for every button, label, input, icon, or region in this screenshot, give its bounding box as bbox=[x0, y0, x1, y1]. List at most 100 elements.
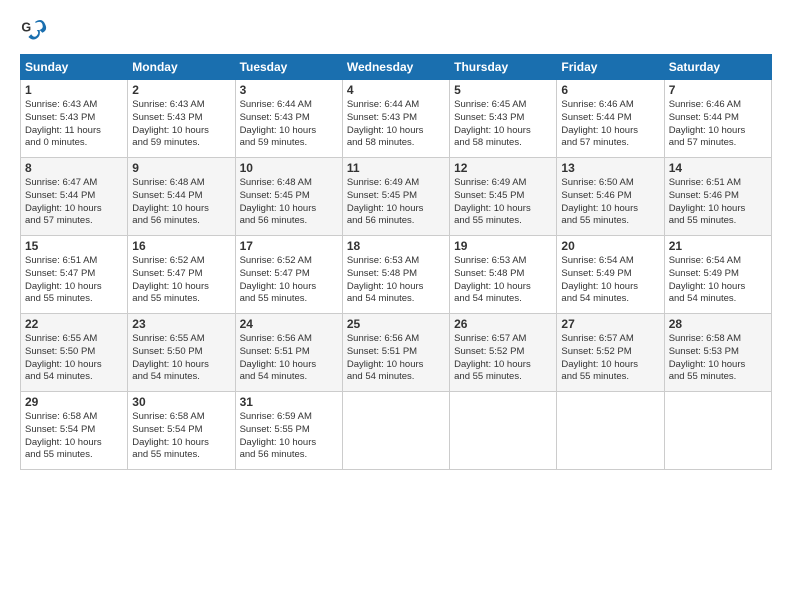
day-number: 15 bbox=[25, 239, 123, 253]
day-cell: 17 Sunrise: 6:52 AMSunset: 5:47 PMDayligh… bbox=[235, 236, 342, 314]
day-info: Sunrise: 6:43 AMSunset: 5:43 PMDaylight:… bbox=[25, 99, 123, 150]
day-number: 23 bbox=[132, 317, 230, 331]
day-info: Sunrise: 6:51 AMSunset: 5:47 PMDaylight:… bbox=[25, 255, 123, 306]
day-cell: 10 Sunrise: 6:48 AMSunset: 5:45 PMDayligh… bbox=[235, 158, 342, 236]
day-cell: 23 Sunrise: 6:55 AMSunset: 5:50 PMDayligh… bbox=[128, 314, 235, 392]
day-number: 11 bbox=[347, 161, 445, 175]
day-cell: 15 Sunrise: 6:51 AMSunset: 5:47 PMDayligh… bbox=[21, 236, 128, 314]
day-info: Sunrise: 6:57 AMSunset: 5:52 PMDaylight:… bbox=[561, 333, 659, 384]
calendar-table: SundayMondayTuesdayWednesdayThursdayFrid… bbox=[20, 54, 772, 470]
day-number: 4 bbox=[347, 83, 445, 97]
svg-text:G: G bbox=[21, 20, 31, 34]
day-info: Sunrise: 6:54 AMSunset: 5:49 PMDaylight:… bbox=[561, 255, 659, 306]
day-cell: 9 Sunrise: 6:48 AMSunset: 5:44 PMDaylight… bbox=[128, 158, 235, 236]
day-cell bbox=[557, 392, 664, 470]
day-info: Sunrise: 6:50 AMSunset: 5:46 PMDaylight:… bbox=[561, 177, 659, 228]
day-cell: 16Sunrise: 6:52 AMSunset: 5:47 PMDayligh… bbox=[128, 236, 235, 314]
day-number: 25 bbox=[347, 317, 445, 331]
day-number: 14 bbox=[669, 161, 767, 175]
day-number: 17 bbox=[240, 239, 338, 253]
weekday-header-sunday: Sunday bbox=[21, 55, 128, 80]
day-number: 1 bbox=[25, 83, 123, 97]
day-number: 24 bbox=[240, 317, 338, 331]
day-cell: 1 Sunrise: 6:43 AMSunset: 5:43 PMDaylight… bbox=[21, 80, 128, 158]
day-cell: 6 Sunrise: 6:46 AMSunset: 5:44 PMDaylight… bbox=[557, 80, 664, 158]
day-number: 6 bbox=[561, 83, 659, 97]
header: G bbox=[20, 16, 772, 44]
week-row-1: 1 Sunrise: 6:43 AMSunset: 5:43 PMDaylight… bbox=[21, 80, 772, 158]
logo: G bbox=[20, 16, 52, 44]
day-cell: 2 Sunrise: 6:43 AMSunset: 5:43 PMDaylight… bbox=[128, 80, 235, 158]
weekday-header-wednesday: Wednesday bbox=[342, 55, 449, 80]
day-number: 12 bbox=[454, 161, 552, 175]
day-number: 29 bbox=[25, 395, 123, 409]
day-cell bbox=[450, 392, 557, 470]
day-cell: 21Sunrise: 6:54 AMSunset: 5:49 PMDayligh… bbox=[664, 236, 771, 314]
day-info: Sunrise: 6:55 AMSunset: 5:50 PMDaylight:… bbox=[132, 333, 230, 384]
day-cell bbox=[342, 392, 449, 470]
day-cell: 4 Sunrise: 6:44 AMSunset: 5:43 PMDaylight… bbox=[342, 80, 449, 158]
day-info: Sunrise: 6:45 AMSunset: 5:43 PMDaylight:… bbox=[454, 99, 552, 150]
day-number: 28 bbox=[669, 317, 767, 331]
day-cell: 26 Sunrise: 6:57 AMSunset: 5:52 PMDayligh… bbox=[450, 314, 557, 392]
day-info: Sunrise: 6:48 AMSunset: 5:44 PMDaylight:… bbox=[132, 177, 230, 228]
weekday-header-tuesday: Tuesday bbox=[235, 55, 342, 80]
day-info: Sunrise: 6:49 AMSunset: 5:45 PMDaylight:… bbox=[454, 177, 552, 228]
day-cell: 5 Sunrise: 6:45 AMSunset: 5:43 PMDaylight… bbox=[450, 80, 557, 158]
day-cell: 7 Sunrise: 6:46 AMSunset: 5:44 PMDaylight… bbox=[664, 80, 771, 158]
day-number: 2 bbox=[132, 83, 230, 97]
calendar-page: G SundayMondayTuesdayWednesdayThursdayFr… bbox=[0, 0, 792, 480]
day-cell: 29 Sunrise: 6:58 AMSunset: 5:54 PMDayligh… bbox=[21, 392, 128, 470]
day-info: Sunrise: 6:57 AMSunset: 5:52 PMDaylight:… bbox=[454, 333, 552, 384]
day-info: Sunrise: 6:46 AMSunset: 5:44 PMDaylight:… bbox=[669, 99, 767, 150]
day-info: Sunrise: 6:48 AMSunset: 5:45 PMDaylight:… bbox=[240, 177, 338, 228]
day-cell: 28 Sunrise: 6:58 AMSunset: 5:53 PMDayligh… bbox=[664, 314, 771, 392]
day-info: Sunrise: 6:44 AMSunset: 5:43 PMDaylight:… bbox=[240, 99, 338, 150]
day-number: 26 bbox=[454, 317, 552, 331]
day-cell: 22Sunrise: 6:55 AMSunset: 5:50 PMDayligh… bbox=[21, 314, 128, 392]
day-number: 18 bbox=[347, 239, 445, 253]
day-number: 27 bbox=[561, 317, 659, 331]
day-number: 9 bbox=[132, 161, 230, 175]
day-number: 8 bbox=[25, 161, 123, 175]
day-info: Sunrise: 6:53 AMSunset: 5:48 PMDaylight:… bbox=[347, 255, 445, 306]
day-cell: 31Sunrise: 6:59 AMSunset: 5:55 PMDayligh… bbox=[235, 392, 342, 470]
day-cell: 30 Sunrise: 6:58 AMSunset: 5:54 PMDayligh… bbox=[128, 392, 235, 470]
weekday-header-friday: Friday bbox=[557, 55, 664, 80]
day-cell: 25Sunrise: 6:56 AMSunset: 5:51 PMDayligh… bbox=[342, 314, 449, 392]
weekday-header-thursday: Thursday bbox=[450, 55, 557, 80]
week-row-5: 29 Sunrise: 6:58 AMSunset: 5:54 PMDayligh… bbox=[21, 392, 772, 470]
day-cell bbox=[664, 392, 771, 470]
day-cell: 13 Sunrise: 6:50 AMSunset: 5:46 PMDayligh… bbox=[557, 158, 664, 236]
day-number: 19 bbox=[454, 239, 552, 253]
day-info: Sunrise: 6:59 AMSunset: 5:55 PMDaylight:… bbox=[240, 411, 338, 462]
weekday-header-saturday: Saturday bbox=[664, 55, 771, 80]
day-cell: 24Sunrise: 6:56 AMSunset: 5:51 PMDayligh… bbox=[235, 314, 342, 392]
day-info: Sunrise: 6:49 AMSunset: 5:45 PMDaylight:… bbox=[347, 177, 445, 228]
day-info: Sunrise: 6:52 AMSunset: 5:47 PMDaylight:… bbox=[240, 255, 338, 306]
day-number: 30 bbox=[132, 395, 230, 409]
day-info: Sunrise: 6:44 AMSunset: 5:43 PMDaylight:… bbox=[347, 99, 445, 150]
day-cell: 8 Sunrise: 6:47 AMSunset: 5:44 PMDaylight… bbox=[21, 158, 128, 236]
day-info: Sunrise: 6:55 AMSunset: 5:50 PMDaylight:… bbox=[25, 333, 123, 384]
week-row-4: 22Sunrise: 6:55 AMSunset: 5:50 PMDayligh… bbox=[21, 314, 772, 392]
day-info: Sunrise: 6:58 AMSunset: 5:53 PMDaylight:… bbox=[669, 333, 767, 384]
day-cell: 11 Sunrise: 6:49 AMSunset: 5:45 PMDayligh… bbox=[342, 158, 449, 236]
day-cell: 19Sunrise: 6:53 AMSunset: 5:48 PMDayligh… bbox=[450, 236, 557, 314]
day-number: 13 bbox=[561, 161, 659, 175]
day-cell: 20Sunrise: 6:54 AMSunset: 5:49 PMDayligh… bbox=[557, 236, 664, 314]
day-info: Sunrise: 6:51 AMSunset: 5:46 PMDaylight:… bbox=[669, 177, 767, 228]
day-info: Sunrise: 6:58 AMSunset: 5:54 PMDaylight:… bbox=[132, 411, 230, 462]
day-cell: 18 Sunrise: 6:53 AMSunset: 5:48 PMDayligh… bbox=[342, 236, 449, 314]
day-info: Sunrise: 6:58 AMSunset: 5:54 PMDaylight:… bbox=[25, 411, 123, 462]
weekday-header-row: SundayMondayTuesdayWednesdayThursdayFrid… bbox=[21, 55, 772, 80]
day-number: 5 bbox=[454, 83, 552, 97]
day-info: Sunrise: 6:52 AMSunset: 5:47 PMDaylight:… bbox=[132, 255, 230, 306]
week-row-3: 15 Sunrise: 6:51 AMSunset: 5:47 PMDayligh… bbox=[21, 236, 772, 314]
day-number: 7 bbox=[669, 83, 767, 97]
day-info: Sunrise: 6:47 AMSunset: 5:44 PMDaylight:… bbox=[25, 177, 123, 228]
day-info: Sunrise: 6:43 AMSunset: 5:43 PMDaylight:… bbox=[132, 99, 230, 150]
day-info: Sunrise: 6:46 AMSunset: 5:44 PMDaylight:… bbox=[561, 99, 659, 150]
week-row-2: 8 Sunrise: 6:47 AMSunset: 5:44 PMDaylight… bbox=[21, 158, 772, 236]
day-number: 10 bbox=[240, 161, 338, 175]
